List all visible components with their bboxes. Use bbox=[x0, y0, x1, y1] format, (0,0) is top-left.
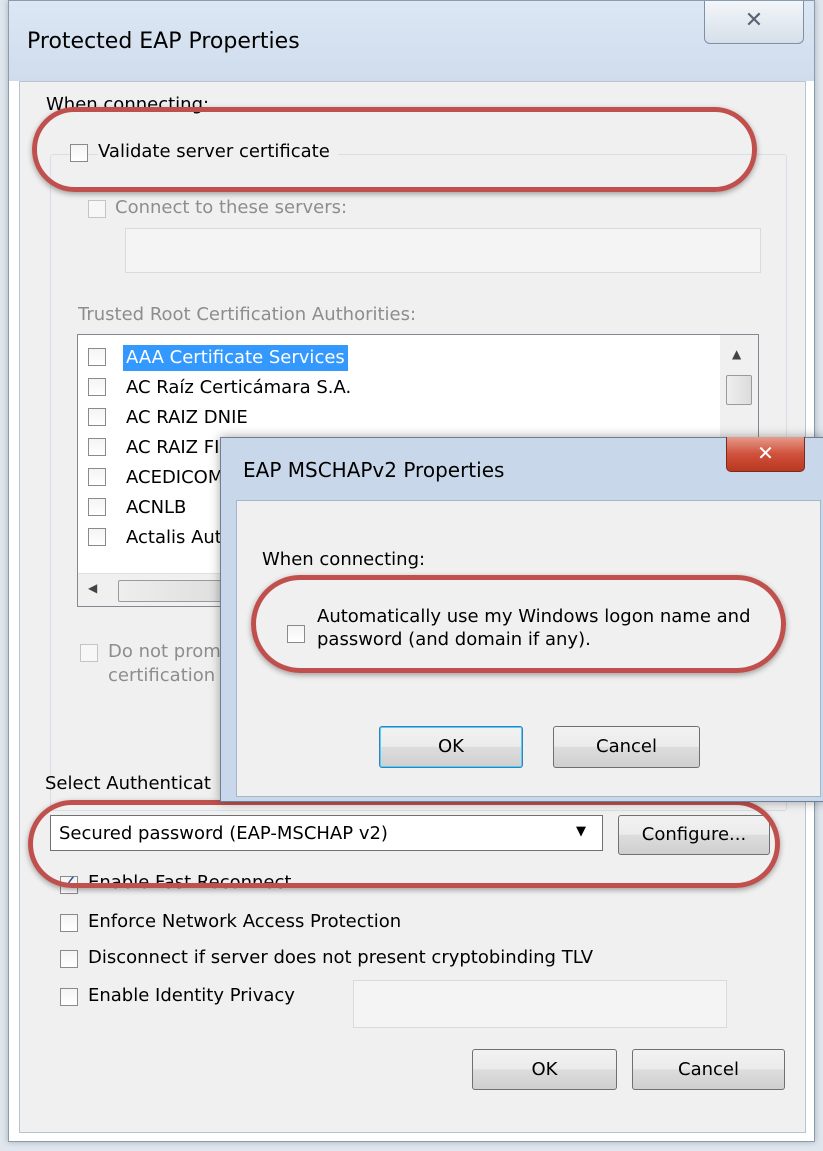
servers-input[interactable] bbox=[125, 228, 761, 273]
auto-logon-label-2: password (and domain if any). bbox=[317, 629, 591, 650]
validate-cert-checkbox[interactable] bbox=[70, 144, 88, 162]
close-button[interactable]: ✕ bbox=[704, 1, 804, 44]
scroll-thumb[interactable] bbox=[726, 375, 752, 405]
auto-logon-label: Automatically use my Windows logon name … bbox=[317, 606, 751, 627]
list-item-checkbox[interactable] bbox=[88, 468, 106, 486]
dialog-title: Protected EAP Properties bbox=[27, 29, 300, 54]
ok-button[interactable]: OK bbox=[472, 1049, 617, 1090]
eap-mschapv2-properties-dialog: EAP MSCHAPv2 Properties ✕ When connectin… bbox=[220, 437, 823, 802]
list-item-checkbox[interactable] bbox=[88, 408, 106, 426]
do-not-prompt-label: Do not prom bbox=[108, 641, 221, 662]
cryptobinding-checkbox[interactable] bbox=[60, 950, 78, 968]
title-bar[interactable]: Protected EAP Properties ✕ bbox=[9, 1, 814, 81]
validate-cert-label: Validate server certificate bbox=[98, 141, 338, 162]
connect-servers-checkbox[interactable] bbox=[88, 200, 106, 218]
close-icon: ✕ bbox=[757, 441, 774, 465]
configure-button[interactable]: Configure... bbox=[618, 815, 770, 855]
connect-servers-label: Connect to these servers: bbox=[115, 197, 348, 218]
close-button[interactable]: ✕ bbox=[726, 437, 805, 472]
list-item-checkbox[interactable] bbox=[88, 378, 106, 396]
when-connecting-label: When connecting: bbox=[46, 94, 210, 115]
auth-method-select[interactable]: Secured password (EAP-MSCHAP v2) ▼ bbox=[50, 815, 603, 851]
auto-logon-checkbox[interactable] bbox=[287, 625, 305, 643]
cancel-button[interactable]: Cancel bbox=[553, 726, 700, 768]
select-auth-label: Select Authenticat bbox=[45, 773, 211, 794]
do-not-prompt-checkbox[interactable] bbox=[80, 644, 98, 662]
fast-reconnect-checkbox[interactable] bbox=[60, 872, 78, 894]
scroll-up-icon[interactable]: ▲ bbox=[732, 347, 741, 361]
list-item-checkbox[interactable] bbox=[88, 528, 106, 546]
identity-privacy-checkbox[interactable] bbox=[60, 988, 78, 1006]
close-icon: ✕ bbox=[744, 8, 764, 33]
ok-button[interactable]: OK bbox=[379, 726, 523, 768]
trusted-roots-label: Trusted Root Certification Authorities: bbox=[78, 304, 417, 325]
fast-reconnect-label: Enable Fast Reconnect bbox=[88, 872, 292, 893]
chevron-down-icon[interactable]: ▼ bbox=[576, 824, 586, 839]
when-connecting-label: When connecting: bbox=[262, 549, 426, 570]
cancel-button[interactable]: Cancel bbox=[632, 1049, 785, 1090]
dialog-body: When connecting: Automatically use my Wi… bbox=[236, 500, 821, 797]
enforce-nap-checkbox[interactable] bbox=[60, 914, 78, 932]
enforce-nap-label: Enforce Network Access Protection bbox=[88, 911, 402, 932]
cryptobinding-label: Disconnect if server does not present cr… bbox=[88, 947, 594, 968]
auth-method-value: Secured password (EAP-MSCHAP v2) bbox=[59, 823, 388, 844]
do-not-prompt-label-2: certification bbox=[108, 665, 216, 686]
list-item-checkbox[interactable] bbox=[88, 438, 106, 456]
scroll-left-icon[interactable]: ◀ bbox=[88, 581, 97, 595]
dialog-title: EAP MSCHAPv2 Properties bbox=[243, 458, 505, 482]
list-item-checkbox[interactable] bbox=[88, 348, 106, 366]
identity-privacy-input[interactable] bbox=[353, 980, 727, 1028]
list-item-checkbox[interactable] bbox=[88, 498, 106, 516]
identity-privacy-label: Enable Identity Privacy bbox=[88, 985, 295, 1006]
